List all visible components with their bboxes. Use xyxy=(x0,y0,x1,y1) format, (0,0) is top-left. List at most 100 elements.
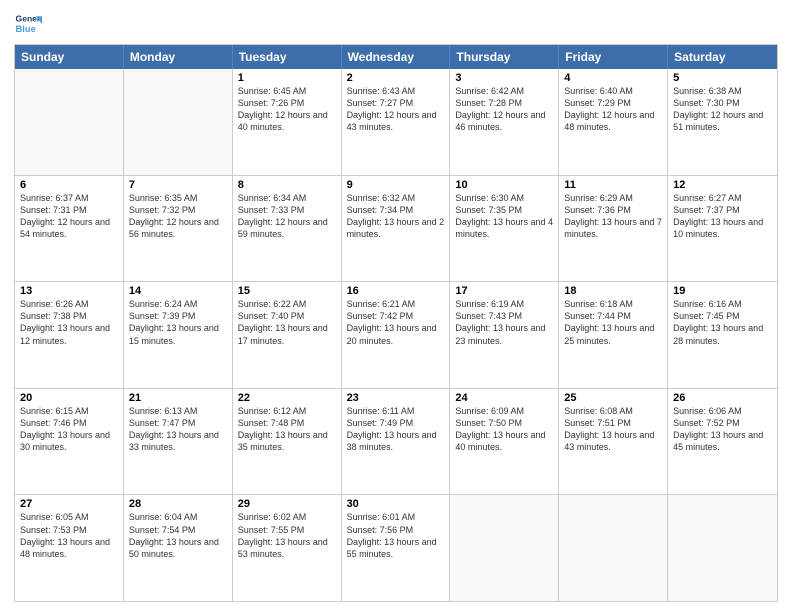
day-number: 17 xyxy=(455,285,553,297)
calendar-cell xyxy=(668,495,777,601)
day-info: Sunrise: 6:40 AMSunset: 7:29 PMDaylight:… xyxy=(564,85,662,134)
calendar-cell xyxy=(450,495,559,601)
calendar-row: 1Sunrise: 6:45 AMSunset: 7:26 PMDaylight… xyxy=(15,69,777,175)
day-info: Sunrise: 6:13 AMSunset: 7:47 PMDaylight:… xyxy=(129,405,227,454)
calendar-cell xyxy=(15,69,124,175)
day-number: 9 xyxy=(347,179,445,191)
calendar-header: SundayMondayTuesdayWednesdayThursdayFrid… xyxy=(15,45,777,69)
calendar-cell: 24Sunrise: 6:09 AMSunset: 7:50 PMDayligh… xyxy=(450,389,559,495)
calendar-cell: 18Sunrise: 6:18 AMSunset: 7:44 PMDayligh… xyxy=(559,282,668,388)
day-number: 25 xyxy=(564,392,662,404)
day-number: 15 xyxy=(238,285,336,297)
calendar-cell: 15Sunrise: 6:22 AMSunset: 7:40 PMDayligh… xyxy=(233,282,342,388)
svg-text:Blue: Blue xyxy=(16,24,36,34)
day-info: Sunrise: 6:05 AMSunset: 7:53 PMDaylight:… xyxy=(20,511,118,560)
weekday-header: Sunday xyxy=(15,45,124,69)
calendar-cell: 6Sunrise: 6:37 AMSunset: 7:31 PMDaylight… xyxy=(15,176,124,282)
day-number: 28 xyxy=(129,498,227,510)
day-info: Sunrise: 6:30 AMSunset: 7:35 PMDaylight:… xyxy=(455,192,553,241)
calendar-cell: 17Sunrise: 6:19 AMSunset: 7:43 PMDayligh… xyxy=(450,282,559,388)
day-number: 30 xyxy=(347,498,445,510)
day-info: Sunrise: 6:08 AMSunset: 7:51 PMDaylight:… xyxy=(564,405,662,454)
calendar-cell: 1Sunrise: 6:45 AMSunset: 7:26 PMDaylight… xyxy=(233,69,342,175)
calendar: SundayMondayTuesdayWednesdayThursdayFrid… xyxy=(14,44,778,602)
day-number: 8 xyxy=(238,179,336,191)
calendar-cell: 11Sunrise: 6:29 AMSunset: 7:36 PMDayligh… xyxy=(559,176,668,282)
day-info: Sunrise: 6:21 AMSunset: 7:42 PMDaylight:… xyxy=(347,298,445,347)
calendar-row: 13Sunrise: 6:26 AMSunset: 7:38 PMDayligh… xyxy=(15,281,777,388)
calendar-cell: 21Sunrise: 6:13 AMSunset: 7:47 PMDayligh… xyxy=(124,389,233,495)
weekday-header: Wednesday xyxy=(342,45,451,69)
logo-icon: General Blue xyxy=(14,10,42,38)
calendar-row: 27Sunrise: 6:05 AMSunset: 7:53 PMDayligh… xyxy=(15,494,777,601)
day-info: Sunrise: 6:42 AMSunset: 7:28 PMDaylight:… xyxy=(455,85,553,134)
calendar-cell: 20Sunrise: 6:15 AMSunset: 7:46 PMDayligh… xyxy=(15,389,124,495)
calendar-cell: 5Sunrise: 6:38 AMSunset: 7:30 PMDaylight… xyxy=(668,69,777,175)
weekday-header: Friday xyxy=(559,45,668,69)
day-number: 18 xyxy=(564,285,662,297)
calendar-row: 6Sunrise: 6:37 AMSunset: 7:31 PMDaylight… xyxy=(15,175,777,282)
day-info: Sunrise: 6:45 AMSunset: 7:26 PMDaylight:… xyxy=(238,85,336,134)
day-info: Sunrise: 6:27 AMSunset: 7:37 PMDaylight:… xyxy=(673,192,772,241)
calendar-row: 20Sunrise: 6:15 AMSunset: 7:46 PMDayligh… xyxy=(15,388,777,495)
calendar-cell: 9Sunrise: 6:32 AMSunset: 7:34 PMDaylight… xyxy=(342,176,451,282)
day-info: Sunrise: 6:01 AMSunset: 7:56 PMDaylight:… xyxy=(347,511,445,560)
day-number: 23 xyxy=(347,392,445,404)
calendar-cell: 13Sunrise: 6:26 AMSunset: 7:38 PMDayligh… xyxy=(15,282,124,388)
day-number: 2 xyxy=(347,72,445,84)
day-info: Sunrise: 6:35 AMSunset: 7:32 PMDaylight:… xyxy=(129,192,227,241)
day-number: 7 xyxy=(129,179,227,191)
day-number: 27 xyxy=(20,498,118,510)
calendar-cell: 8Sunrise: 6:34 AMSunset: 7:33 PMDaylight… xyxy=(233,176,342,282)
page-header: General Blue xyxy=(14,10,778,38)
calendar-cell: 19Sunrise: 6:16 AMSunset: 7:45 PMDayligh… xyxy=(668,282,777,388)
day-number: 29 xyxy=(238,498,336,510)
calendar-cell: 26Sunrise: 6:06 AMSunset: 7:52 PMDayligh… xyxy=(668,389,777,495)
day-number: 24 xyxy=(455,392,553,404)
calendar-cell: 4Sunrise: 6:40 AMSunset: 7:29 PMDaylight… xyxy=(559,69,668,175)
day-info: Sunrise: 6:18 AMSunset: 7:44 PMDaylight:… xyxy=(564,298,662,347)
day-number: 22 xyxy=(238,392,336,404)
calendar-body: 1Sunrise: 6:45 AMSunset: 7:26 PMDaylight… xyxy=(15,69,777,601)
day-info: Sunrise: 6:11 AMSunset: 7:49 PMDaylight:… xyxy=(347,405,445,454)
calendar-cell: 10Sunrise: 6:30 AMSunset: 7:35 PMDayligh… xyxy=(450,176,559,282)
calendar-cell xyxy=(559,495,668,601)
day-info: Sunrise: 6:22 AMSunset: 7:40 PMDaylight:… xyxy=(238,298,336,347)
day-number: 1 xyxy=(238,72,336,84)
calendar-cell: 7Sunrise: 6:35 AMSunset: 7:32 PMDaylight… xyxy=(124,176,233,282)
calendar-cell: 12Sunrise: 6:27 AMSunset: 7:37 PMDayligh… xyxy=(668,176,777,282)
day-info: Sunrise: 6:12 AMSunset: 7:48 PMDaylight:… xyxy=(238,405,336,454)
day-info: Sunrise: 6:29 AMSunset: 7:36 PMDaylight:… xyxy=(564,192,662,241)
day-number: 11 xyxy=(564,179,662,191)
day-number: 10 xyxy=(455,179,553,191)
weekday-header: Thursday xyxy=(450,45,559,69)
day-number: 12 xyxy=(673,179,772,191)
day-number: 13 xyxy=(20,285,118,297)
calendar-cell: 23Sunrise: 6:11 AMSunset: 7:49 PMDayligh… xyxy=(342,389,451,495)
calendar-cell: 2Sunrise: 6:43 AMSunset: 7:27 PMDaylight… xyxy=(342,69,451,175)
day-info: Sunrise: 6:02 AMSunset: 7:55 PMDaylight:… xyxy=(238,511,336,560)
calendar-cell: 27Sunrise: 6:05 AMSunset: 7:53 PMDayligh… xyxy=(15,495,124,601)
day-number: 6 xyxy=(20,179,118,191)
day-number: 5 xyxy=(673,72,772,84)
day-info: Sunrise: 6:15 AMSunset: 7:46 PMDaylight:… xyxy=(20,405,118,454)
day-info: Sunrise: 6:34 AMSunset: 7:33 PMDaylight:… xyxy=(238,192,336,241)
day-number: 14 xyxy=(129,285,227,297)
calendar-cell: 30Sunrise: 6:01 AMSunset: 7:56 PMDayligh… xyxy=(342,495,451,601)
day-info: Sunrise: 6:43 AMSunset: 7:27 PMDaylight:… xyxy=(347,85,445,134)
weekday-header: Tuesday xyxy=(233,45,342,69)
calendar-cell: 22Sunrise: 6:12 AMSunset: 7:48 PMDayligh… xyxy=(233,389,342,495)
day-number: 19 xyxy=(673,285,772,297)
day-info: Sunrise: 6:09 AMSunset: 7:50 PMDaylight:… xyxy=(455,405,553,454)
day-info: Sunrise: 6:32 AMSunset: 7:34 PMDaylight:… xyxy=(347,192,445,241)
weekday-header: Saturday xyxy=(668,45,777,69)
weekday-header: Monday xyxy=(124,45,233,69)
day-info: Sunrise: 6:26 AMSunset: 7:38 PMDaylight:… xyxy=(20,298,118,347)
day-info: Sunrise: 6:24 AMSunset: 7:39 PMDaylight:… xyxy=(129,298,227,347)
calendar-cell: 14Sunrise: 6:24 AMSunset: 7:39 PMDayligh… xyxy=(124,282,233,388)
day-info: Sunrise: 6:04 AMSunset: 7:54 PMDaylight:… xyxy=(129,511,227,560)
day-number: 16 xyxy=(347,285,445,297)
calendar-cell: 3Sunrise: 6:42 AMSunset: 7:28 PMDaylight… xyxy=(450,69,559,175)
day-info: Sunrise: 6:16 AMSunset: 7:45 PMDaylight:… xyxy=(673,298,772,347)
day-number: 20 xyxy=(20,392,118,404)
